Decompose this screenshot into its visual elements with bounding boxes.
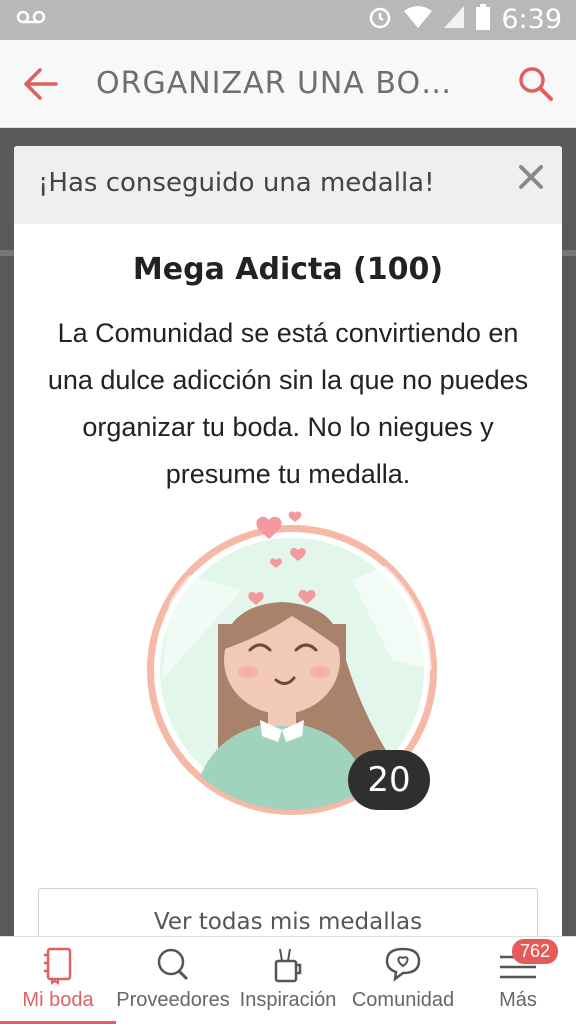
notification-badge: 762: [511, 939, 558, 964]
nav-label: Comunidad: [351, 989, 455, 1011]
dialog-title: ¡Has conseguido una medalla!: [38, 168, 435, 198]
cup-icon: [268, 945, 308, 985]
nav-item-inspiracion[interactable]: Inspiración: [230, 937, 346, 1024]
signal-icon: [443, 5, 465, 34]
alarm-icon: [367, 4, 393, 35]
voicemail-icon: [16, 8, 46, 31]
nav-item-mas[interactable]: 762 Más: [460, 937, 576, 1024]
nav-item-comunidad[interactable]: Comunidad: [346, 937, 460, 1024]
wifi-icon: [403, 5, 433, 34]
battery-icon: [475, 4, 491, 35]
medal-description: La Comunidad se está convirtiendo en una…: [47, 318, 529, 489]
status-time: 6:39: [501, 4, 562, 35]
nav-label: Más: [499, 989, 537, 1011]
app-header: ORGANIZAR UNA BO…: [0, 40, 576, 128]
close-icon[interactable]: [514, 160, 548, 194]
nav-label: Mi boda: [22, 989, 94, 1011]
back-arrow-icon[interactable]: [22, 64, 58, 104]
search-icon[interactable]: [516, 64, 556, 104]
dialog-header: ¡Has conseguido una medalla!: [14, 146, 562, 224]
chat-heart-icon: [383, 945, 423, 985]
medal-dialog: ¡Has conseguido una medalla! Mega Adicta…: [14, 146, 562, 946]
nav-item-proveedores[interactable]: Proveedores: [116, 937, 230, 1024]
nav-item-mi-boda[interactable]: Mi boda: [0, 937, 116, 1024]
nav-label: Proveedores: [116, 989, 230, 1011]
search-icon: [153, 945, 193, 985]
medal-count-badge: 20: [348, 750, 430, 810]
medal-name: Mega Adicta (100): [132, 252, 444, 287]
medal-count: 20: [367, 760, 411, 800]
page-title: ORGANIZAR UNA BO…: [96, 66, 453, 101]
bottom-nav: Mi boda Proveedores Inspiración Comunida…: [0, 936, 576, 1024]
notebook-icon: [38, 945, 78, 985]
nav-label: Inspiración: [239, 989, 337, 1011]
status-bar: 6:39: [0, 0, 576, 40]
